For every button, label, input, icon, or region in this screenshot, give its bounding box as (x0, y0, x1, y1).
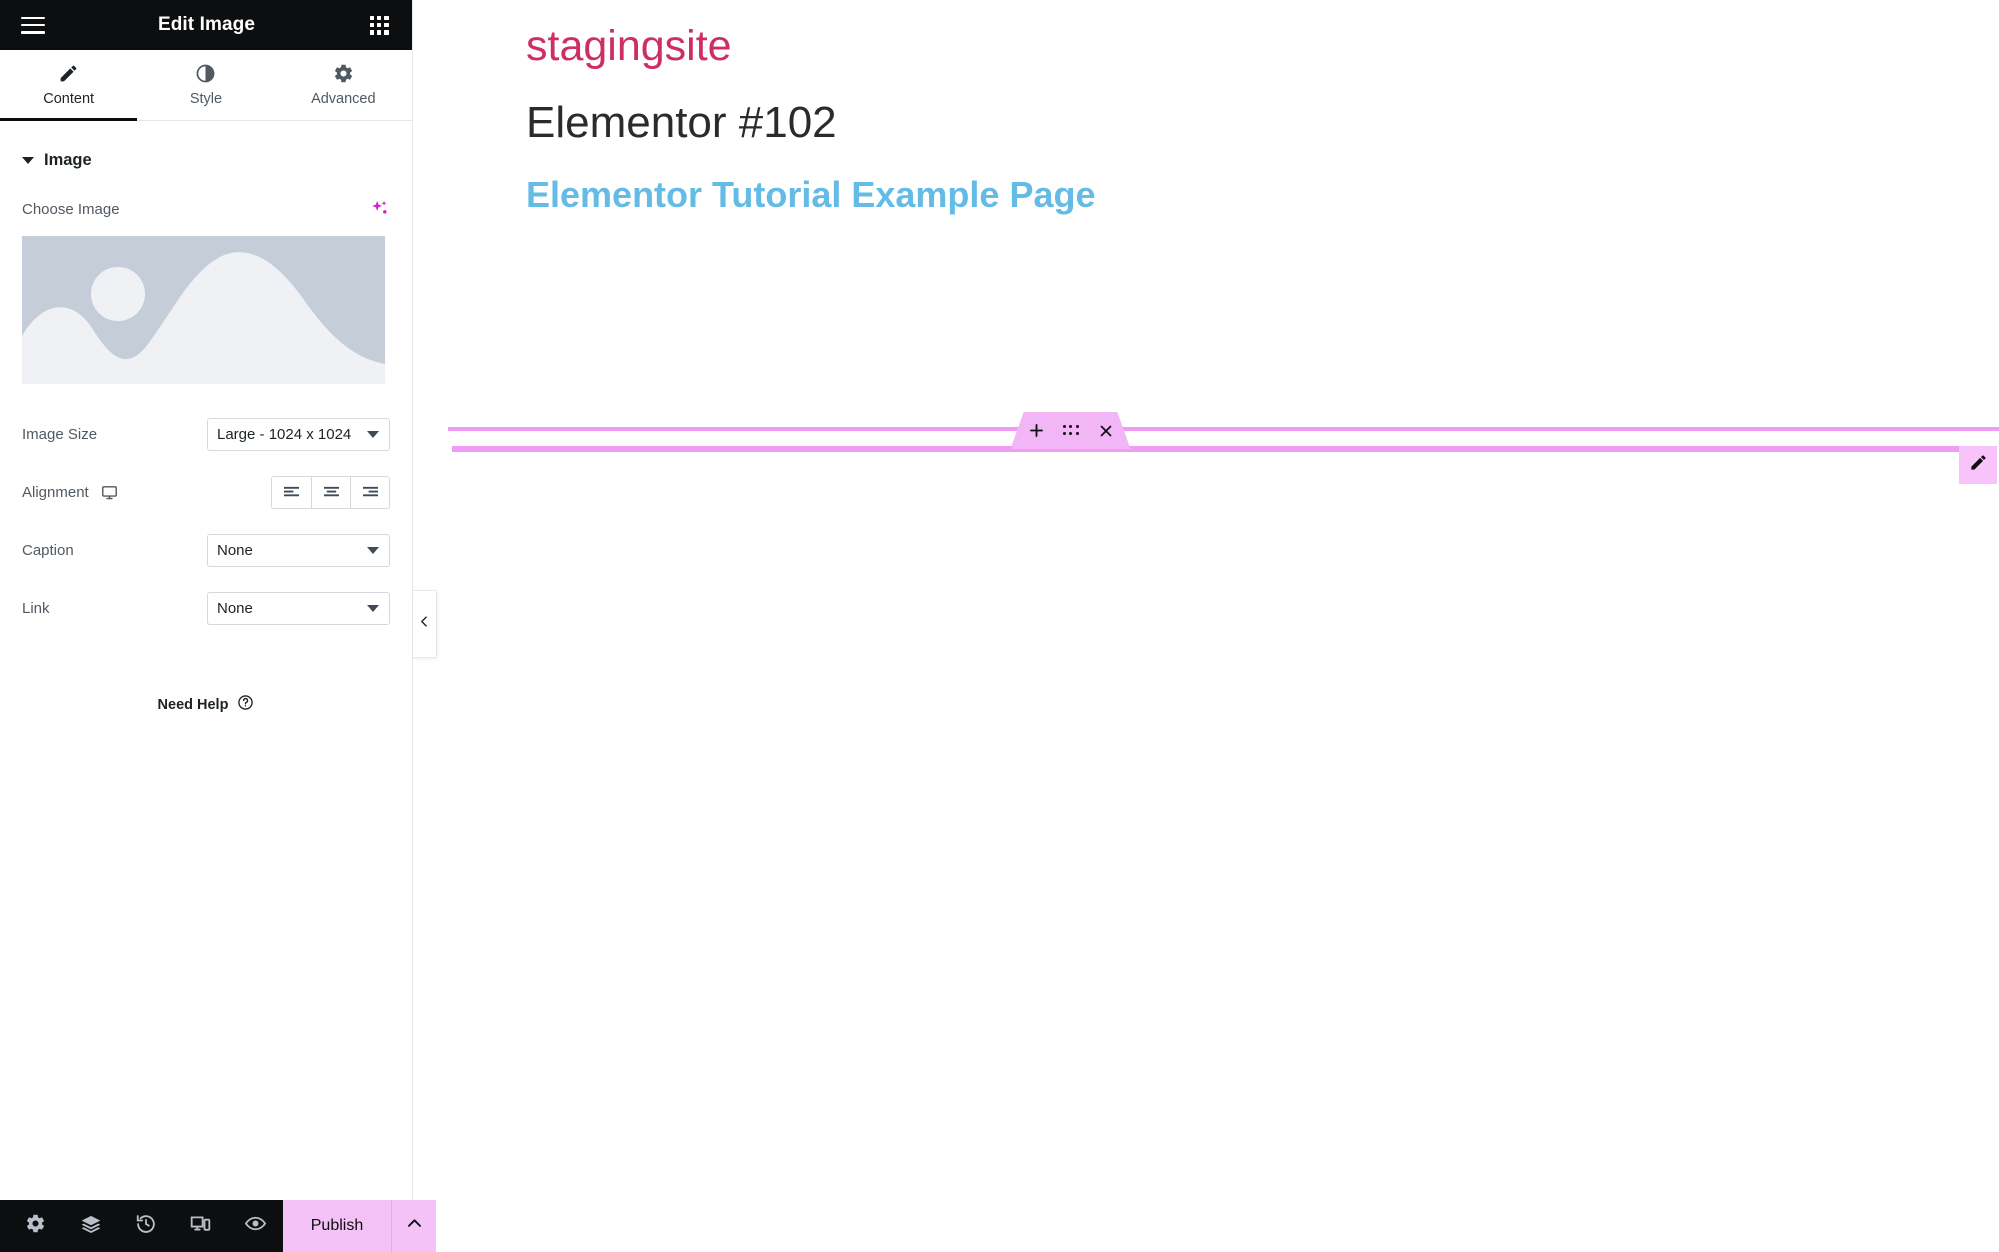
widgets-grid-icon[interactable] (362, 8, 396, 42)
section-image-title: Image (44, 151, 92, 169)
gear-icon (333, 63, 354, 84)
caption-label: Caption (22, 541, 74, 559)
page-title: Elementor #102 (526, 98, 837, 147)
tab-content-label: Content (43, 91, 95, 107)
choose-image-label: Choose Image (22, 200, 120, 218)
image-preview-thumbnail[interactable] (22, 236, 385, 384)
align-left-icon (284, 486, 299, 496)
question-circle-icon (237, 694, 254, 716)
six-dots-drag-icon[interactable] (1062, 424, 1080, 437)
ai-sparkle-icon[interactable] (368, 198, 390, 220)
align-center-button[interactable] (311, 476, 350, 508)
alignment-button-group (271, 475, 390, 509)
elementor-editor: Edit Image Content Style Advanced Image … (0, 0, 1999, 1252)
gear-icon (25, 1213, 46, 1239)
elementor-panel: Edit Image Content Style Advanced Image … (0, 0, 436, 1252)
alignment-label: Alignment (22, 483, 89, 501)
footer-tools (0, 1200, 283, 1252)
need-help-link[interactable]: Need Help (22, 694, 390, 716)
close-x-icon[interactable] (1097, 422, 1115, 440)
link-value: None (217, 599, 253, 617)
tab-style[interactable]: Style (137, 50, 274, 120)
link-select[interactable]: None (207, 591, 390, 625)
panel-collapse-toggle[interactable] (413, 590, 437, 658)
preview-changes-button[interactable] (228, 1200, 283, 1252)
caption-select[interactable]: None (207, 533, 390, 567)
chevron-up-icon (405, 1214, 424, 1238)
tab-advanced[interactable]: Advanced (275, 50, 412, 120)
publish-options-button[interactable] (391, 1200, 436, 1252)
pencil-icon (1969, 453, 1988, 477)
pencil-icon (58, 63, 79, 84)
panel-body: Image Choose Image Image Size Large - 10… (0, 121, 412, 1200)
editor-canvas: stagingsite Elementor #102 Elementor Tut… (413, 0, 1999, 1252)
align-center-icon (323, 486, 339, 496)
navigator-button[interactable] (63, 1200, 118, 1252)
align-right-button[interactable] (350, 476, 389, 508)
alignment-row: Alignment (22, 472, 390, 512)
panel-footer: Publish (0, 1200, 436, 1252)
tab-advanced-label: Advanced (311, 91, 376, 107)
panel-header: Edit Image (0, 0, 412, 50)
link-row: Link None (22, 588, 390, 628)
align-right-icon (362, 486, 378, 496)
image-size-select[interactable]: Large - 1024 x 1024 (207, 417, 390, 451)
selected-image-widget[interactable] (452, 412, 1997, 484)
desktop-monitor-icon[interactable] (101, 484, 118, 501)
align-left-button[interactable] (272, 476, 311, 508)
history-button[interactable] (118, 1200, 173, 1252)
content-area: Elementor Tutorial Example Page (448, 148, 1999, 484)
image-controls: Choose Image Image Size Large - 1024 x 1… (0, 198, 412, 716)
panel-tabs: Content Style Advanced (0, 50, 412, 121)
settings-button[interactable] (8, 1200, 63, 1252)
link-label: Link (22, 599, 50, 617)
caption-value: None (217, 541, 253, 559)
need-help-label: Need Help (157, 697, 229, 713)
chevron-down-icon (367, 547, 379, 554)
panel-title: Edit Image (157, 14, 256, 35)
chevron-down-icon (367, 431, 379, 438)
plus-icon[interactable] (1027, 421, 1046, 440)
publish-group: Publish (283, 1200, 436, 1252)
widget-toolbar-handle (1010, 412, 1131, 449)
image-size-label: Image Size (22, 425, 98, 443)
caption-row: Caption None (22, 530, 390, 570)
eye-icon (244, 1212, 267, 1240)
post-heading: Elementor Tutorial Example Page (526, 174, 1096, 215)
site-title: stagingsite (526, 22, 732, 70)
contrast-circle-icon (195, 63, 216, 84)
responsive-mode-button[interactable] (173, 1200, 228, 1252)
image-size-row: Image Size Large - 1024 x 1024 (22, 414, 390, 454)
publish-button[interactable]: Publish (283, 1200, 391, 1252)
placeholder-image-graphic (22, 236, 385, 384)
caret-down-icon (22, 157, 34, 164)
choose-image-row: Choose Image (22, 198, 390, 220)
hamburger-menu-icon[interactable] (16, 8, 50, 42)
chevron-down-icon (367, 605, 379, 612)
image-size-value: Large - 1024 x 1024 (217, 425, 352, 443)
tab-style-label: Style (189, 91, 223, 107)
selected-container[interactable] (448, 412, 1999, 484)
tab-content[interactable]: Content (0, 50, 138, 121)
section-image-header[interactable]: Image (0, 121, 412, 170)
history-clock-icon (135, 1213, 157, 1240)
devices-icon (189, 1212, 212, 1240)
widget-edit-badge[interactable] (1959, 446, 1997, 484)
chevron-left-icon (418, 615, 431, 633)
layers-icon (80, 1213, 102, 1240)
